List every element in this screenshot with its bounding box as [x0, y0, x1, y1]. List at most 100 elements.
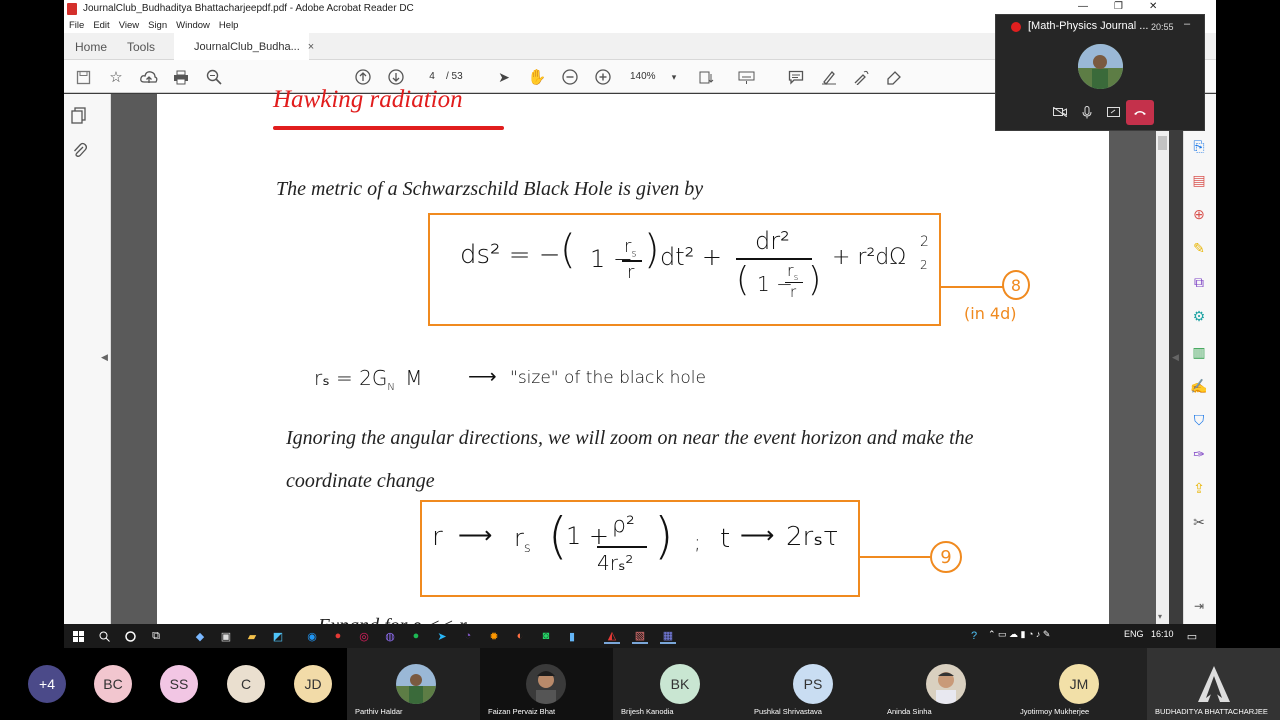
print-icon[interactable] [171, 67, 191, 87]
export-pdf-icon[interactable]: ⎘ [1189, 136, 1209, 156]
eq8-den-r: r [790, 283, 797, 301]
vertical-scrollbar[interactable]: ▾ [1156, 94, 1169, 624]
expand-text-cut: Expand for ρ << r [318, 612, 467, 624]
attachment-paperclip-icon[interactable] [72, 141, 88, 163]
windows-taskbar: ⧉ ◆ ▣ ▰ ◩ ◉ ● ◎ ◍ ● ➤ ◔ ✹ ◐ ◙ ▮ ◭ ▧ ▦ ? … [64, 624, 1216, 648]
comment-tool-icon[interactable]: ✎ [1189, 238, 1209, 258]
combine-files-icon[interactable]: ⧉ [1189, 272, 1209, 292]
microphone-icon[interactable] [1075, 98, 1099, 126]
menu-help[interactable]: Help [219, 20, 239, 31]
rs-lhs: rₛ = 2G [314, 366, 388, 390]
overflow-participants[interactable]: +4 [28, 665, 66, 703]
zoom-level-select[interactable]: 140% [630, 69, 656, 85]
input-language[interactable]: ENG [1124, 629, 1144, 639]
eq8-term1-open: ( [560, 227, 576, 273]
teams-minimize-button[interactable]: – [1184, 18, 1190, 30]
organize-pages-icon[interactable]: ▤ [1189, 170, 1209, 190]
protect-shield-icon[interactable]: ⛉ [1189, 410, 1209, 430]
zoom-in-icon[interactable] [593, 67, 613, 87]
chrome-icon[interactable]: ● [330, 628, 346, 644]
dropbox-icon[interactable]: ◆ [192, 628, 208, 644]
acrobat-taskbar-icon[interactable]: ◭ [604, 628, 620, 644]
eq8-frac-num: dr² [755, 227, 790, 255]
settings-gear-icon[interactable]: ✹ [486, 628, 502, 644]
zoom-search-icon[interactable] [204, 67, 224, 87]
expand-right-panel-icon[interactable]: ◀ [1172, 352, 1179, 363]
minimize-button[interactable]: — [1078, 1, 1088, 12]
system-clock[interactable]: 16:10 [1151, 629, 1174, 639]
store-bag-icon[interactable]: ▣ [218, 628, 234, 644]
phone-app-icon[interactable]: ▮ [564, 628, 580, 644]
participant-initials: C [240, 676, 252, 692]
page-thumbnails-icon[interactable] [71, 107, 87, 129]
hand-tool-icon[interactable]: ✋ [527, 67, 547, 87]
eq8-tail: + r²dΩ [832, 245, 907, 270]
bookmark-star-icon[interactable]: ☆ [106, 67, 126, 87]
tab-tools[interactable]: Tools [127, 33, 155, 60]
firefox-icon[interactable]: ◐ [512, 628, 528, 644]
edit-pdf-icon[interactable]: ▥ [1189, 342, 1209, 362]
close-window-button[interactable]: ✕ [1149, 1, 1157, 12]
menu-sign[interactable]: Sign [148, 20, 167, 31]
teams-taskbar-icon[interactable]: ▦ [660, 628, 676, 644]
restore-button[interactable]: ❐ [1114, 1, 1123, 12]
cortana-icon[interactable] [122, 628, 138, 644]
collapse-left-panel-icon[interactable]: ◀ [101, 352, 108, 363]
edge-browser-icon[interactable]: ◉ [304, 628, 320, 644]
collapse-right-panel-icon[interactable]: ⇥ [1189, 596, 1209, 616]
highlight-pen-icon[interactable] [819, 67, 839, 87]
messenger-icon[interactable]: ◔ [460, 628, 476, 644]
tab-document[interactable]: JournalClub_Budha... × [174, 33, 314, 60]
scroll-down-arrow-icon[interactable]: ▾ [1158, 612, 1162, 621]
whatsapp-icon[interactable]: ◙ [538, 628, 554, 644]
request-signature-icon[interactable]: ✑ [1189, 444, 1209, 464]
tab-home[interactable]: Home [75, 33, 107, 60]
menu-view[interactable]: View [119, 20, 139, 31]
help-icon[interactable]: ? [966, 628, 982, 644]
scrollbar-thumb[interactable] [1158, 136, 1167, 150]
fill-sign-icon[interactable] [884, 67, 904, 87]
task-view-icon[interactable]: ⧉ [148, 628, 164, 644]
upload-cloud-icon[interactable] [139, 67, 159, 87]
hang-up-icon[interactable] [1126, 100, 1154, 125]
save-icon[interactable] [73, 67, 93, 87]
file-explorer-icon[interactable]: ▰ [244, 628, 260, 644]
page-fit-icon[interactable] [696, 67, 716, 87]
search-icon[interactable] [96, 628, 112, 644]
telegram-icon[interactable]: ➤ [434, 628, 450, 644]
page-number-input[interactable]: 4 [421, 69, 443, 85]
camera-off-icon[interactable] [1048, 98, 1072, 126]
firefox-dev-icon[interactable]: ◍ [382, 628, 398, 644]
zoom-out-icon[interactable] [560, 67, 580, 87]
tab-close-icon[interactable]: × [308, 41, 314, 53]
tray-icons[interactable]: ⌃ ▭ ☁ ▮ ◔ ♪ ✎ [988, 629, 1050, 640]
rs-arrow: ⟶ [468, 364, 497, 388]
participant-name: BUDHADITYA BHATTACHARJEE [1155, 707, 1268, 716]
page-up-icon[interactable] [353, 67, 373, 87]
photos-icon[interactable]: ◩ [270, 628, 286, 644]
sign-icon[interactable] [851, 67, 871, 87]
more-tools-icon[interactable]: ✂ [1189, 512, 1209, 532]
share-screen-icon[interactable] [1101, 98, 1125, 126]
media-app-icon[interactable]: ◎ [356, 628, 372, 644]
menu-edit[interactable]: Edit [93, 20, 109, 31]
menu-window[interactable]: Window [176, 20, 210, 31]
windows-start-icon[interactable] [70, 628, 86, 644]
spotify-icon[interactable]: ● [408, 628, 424, 644]
eq8-den-rs: rs [787, 261, 799, 284]
keyboard-icon[interactable] [736, 67, 756, 87]
create-pdf-icon[interactable]: ⊕ [1189, 204, 1209, 224]
fill-sign-tool-icon[interactable]: ✍ [1189, 376, 1209, 396]
select-cursor-icon[interactable]: ➤ [494, 67, 514, 87]
zoom-dropdown-chevron-icon[interactable]: ▾ [664, 67, 684, 87]
menu-file[interactable]: File [69, 20, 84, 31]
pdf-app-taskbar-icon[interactable]: ▧ [632, 628, 648, 644]
share-file-icon[interactable]: ⇪ [1189, 478, 1209, 498]
teams-call-window[interactable]: [Math-Physics Journal ... 20:55 – [995, 14, 1205, 131]
comment-icon[interactable] [786, 67, 806, 87]
eq9-rs: rs [514, 524, 531, 556]
page-down-icon[interactable] [386, 67, 406, 87]
eq8-ds2: ds² = − [460, 240, 561, 270]
notification-icon[interactable]: ▭ [1184, 628, 1200, 644]
compress-pdf-icon[interactable]: ⚙ [1189, 306, 1209, 326]
